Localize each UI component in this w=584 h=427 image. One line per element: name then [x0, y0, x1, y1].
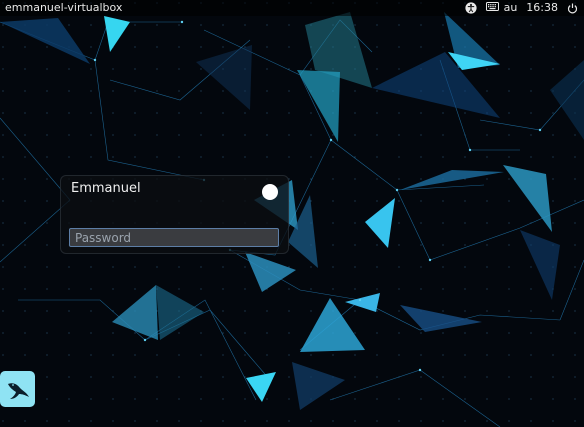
keyboard-icon	[485, 0, 499, 16]
power-icon[interactable]	[567, 3, 578, 14]
login-panel: Emmanuel	[60, 175, 289, 254]
indicator-area: au 16:38	[456, 0, 578, 16]
accessibility-icon[interactable]	[464, 2, 477, 14]
clock[interactable]: 16:38	[526, 0, 558, 16]
top-panel: emmanuel-virtualbox au 16:38	[0, 0, 584, 16]
password-field[interactable]	[69, 228, 279, 247]
launcher-button[interactable]	[0, 371, 35, 407]
greeter-screen: emmanuel-virtualbox au 16:38 Emmanuel	[0, 0, 584, 427]
bird-icon	[7, 383, 29, 399]
hostname-label: emmanuel-virtualbox	[5, 1, 123, 14]
keyboard-layout-label: au	[503, 1, 518, 14]
username-label: Emmanuel	[71, 181, 141, 196]
session-indicator[interactable]	[262, 184, 278, 200]
keyboard-layout-indicator[interactable]: au	[485, 0, 518, 16]
